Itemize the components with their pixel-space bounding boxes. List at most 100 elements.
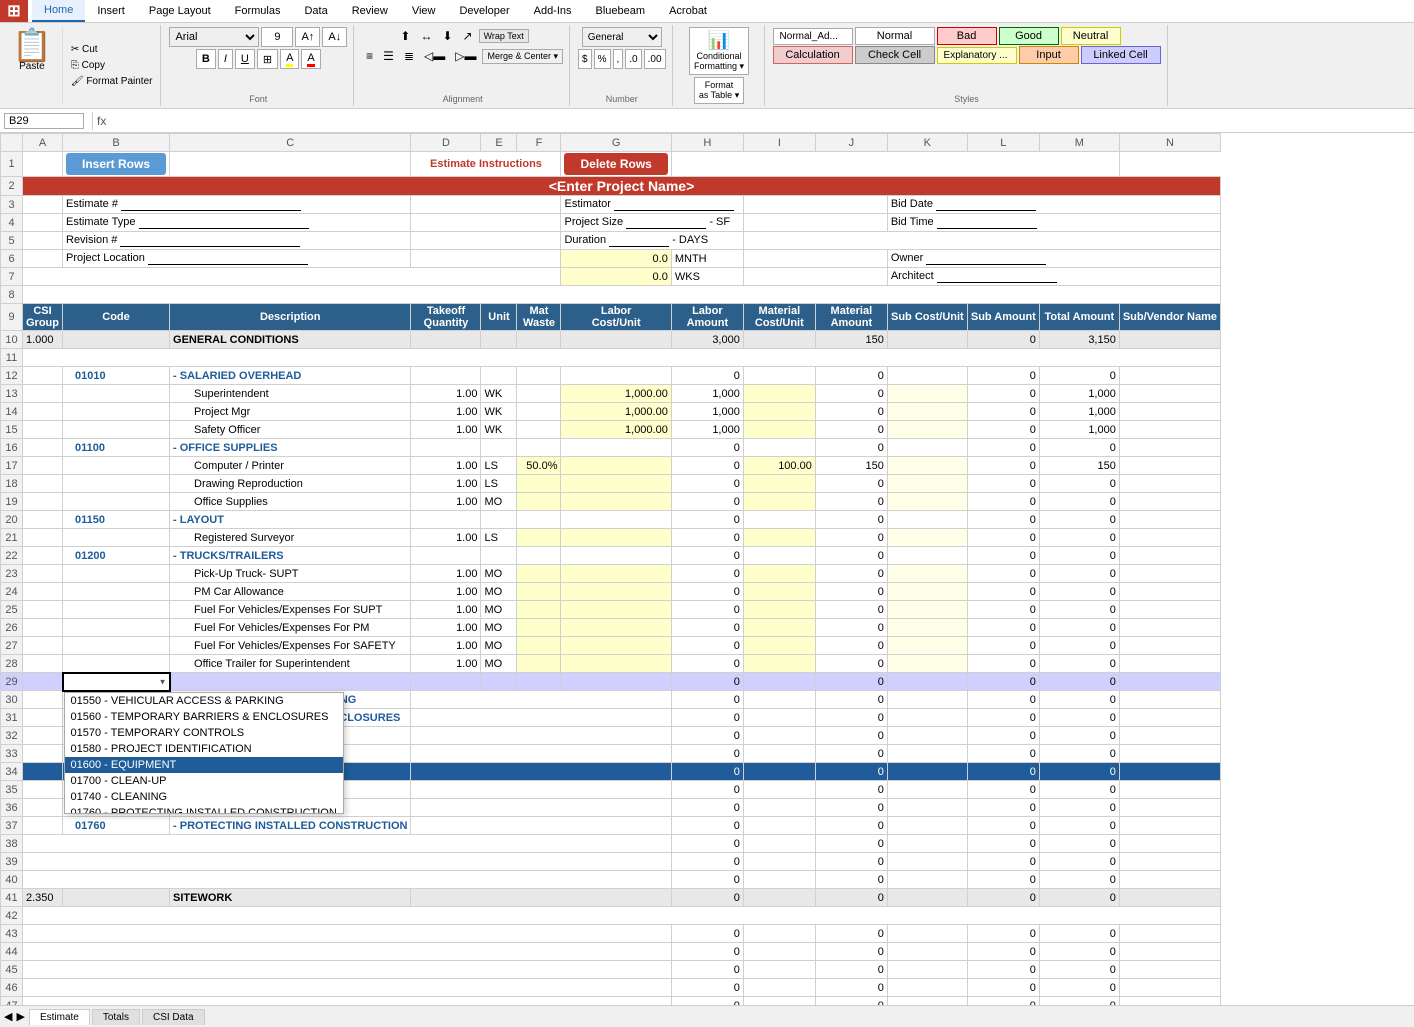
cell-c13[interactable]: Superintendent — [170, 385, 411, 403]
cell-a27[interactable] — [23, 637, 63, 655]
cell-g12[interactable] — [561, 367, 671, 385]
cell-h29[interactable]: 0 — [671, 673, 743, 691]
paste-button[interactable]: 📋 Paste — [8, 27, 56, 74]
dropdown-item-2[interactable]: 01570 - TEMPORARY CONTROLS — [65, 725, 343, 741]
cell-j25[interactable]: 0 — [815, 601, 887, 619]
cell-j22[interactable]: 0 — [815, 547, 887, 565]
cell-a35[interactable] — [23, 781, 63, 799]
cell-b5[interactable]: Revision # — [63, 232, 411, 250]
cell-k28[interactable] — [887, 655, 967, 673]
decrease-decimal-button[interactable]: .0 — [625, 49, 641, 69]
cell-c15[interactable]: Safety Officer — [170, 421, 411, 439]
cell-d15[interactable]: 1.00 — [411, 421, 481, 439]
cell-l30[interactable]: 0 — [967, 691, 1039, 709]
cell-g18[interactable] — [561, 475, 671, 493]
cell-j46[interactable]: 0 — [815, 979, 887, 997]
underline-button[interactable]: U — [235, 49, 255, 69]
align-middle-button[interactable]: ↔ — [416, 27, 436, 45]
cell-b19[interactable] — [63, 493, 170, 511]
cell-a33[interactable] — [23, 745, 63, 763]
cell-k17[interactable] — [887, 457, 967, 475]
cell-l25[interactable]: 0 — [967, 601, 1039, 619]
cell-j17[interactable]: 150 — [815, 457, 887, 475]
project-title-cell[interactable]: <Enter Project Name> — [23, 177, 1221, 196]
cell-j23[interactable]: 0 — [815, 565, 887, 583]
cell-i16[interactable] — [743, 439, 815, 457]
cell-i18[interactable] — [743, 475, 815, 493]
cell-h21[interactable]: 0 — [671, 529, 743, 547]
cell-a46[interactable] — [23, 979, 672, 997]
col-header-i[interactable]: I — [743, 134, 815, 152]
cell-c41[interactable]: SITEWORK — [170, 889, 411, 907]
sheet-tab-csidata[interactable]: CSI Data — [142, 1009, 205, 1025]
cell-j43[interactable]: 0 — [815, 925, 887, 943]
align-top-button[interactable]: ⬆ — [396, 27, 414, 45]
cell-d13[interactable]: 1.00 — [411, 385, 481, 403]
cell-a42[interactable] — [23, 907, 1221, 925]
cell-m23[interactable]: 0 — [1039, 565, 1119, 583]
cell-c19[interactable]: Office Supplies — [170, 493, 411, 511]
cell-m29[interactable]: 0 — [1039, 673, 1119, 691]
cell-e28[interactable]: MO — [481, 655, 517, 673]
cell-b17[interactable] — [63, 457, 170, 475]
cell-h20[interactable]: 0 — [671, 511, 743, 529]
delete-rows-button[interactable]: Delete Rows — [564, 153, 667, 175]
cell-b16[interactable]: 01100 — [63, 439, 170, 457]
cell-g14[interactable]: 1,000.00 — [561, 403, 671, 421]
cell-h23[interactable]: 0 — [671, 565, 743, 583]
cell-j38[interactable]: 0 — [815, 835, 887, 853]
cell-k21[interactable] — [887, 529, 967, 547]
cell-l37[interactable]: 0 — [967, 817, 1039, 835]
cell-l47[interactable]: 0 — [967, 997, 1039, 1006]
cell-k12[interactable] — [887, 367, 967, 385]
cell-l24[interactable]: 0 — [967, 583, 1039, 601]
bold-button[interactable]: B — [196, 49, 216, 69]
percent-button[interactable]: % — [594, 49, 611, 69]
cell-g7[interactable]: 0.0 — [561, 268, 671, 286]
cell-k3[interactable]: Bid Date — [887, 196, 1220, 214]
cell-d23[interactable]: 1.00 — [411, 565, 481, 583]
cell-n34[interactable] — [1119, 763, 1220, 781]
cell-n20[interactable] — [1119, 511, 1220, 529]
cell-j10[interactable]: 150 — [815, 331, 887, 349]
name-box[interactable] — [4, 113, 84, 129]
cell-h37[interactable]: 0 — [671, 817, 743, 835]
cell-i21[interactable] — [743, 529, 815, 547]
cell-e27[interactable]: MO — [481, 637, 517, 655]
cell-j18[interactable]: 0 — [815, 475, 887, 493]
cell-c21[interactable]: Registered Surveyor — [170, 529, 411, 547]
cell-h16[interactable]: 0 — [671, 439, 743, 457]
cell-h44[interactable]: 0 — [671, 943, 743, 961]
cell-j24[interactable]: 0 — [815, 583, 887, 601]
cell-k25[interactable] — [887, 601, 967, 619]
cell-d22[interactable] — [411, 547, 481, 565]
cell-e12[interactable] — [481, 367, 517, 385]
cell-g5[interactable]: Duration - DAYS — [561, 232, 743, 250]
cell-j16[interactable]: 0 — [815, 439, 887, 457]
tab-developer[interactable]: Developer — [447, 0, 521, 22]
cell-b14[interactable] — [63, 403, 170, 421]
cell-c26[interactable]: Fuel For Vehicles/Expenses For PM — [170, 619, 411, 637]
cell-f26[interactable] — [517, 619, 561, 637]
cell-j19[interactable]: 0 — [815, 493, 887, 511]
instructions-link[interactable]: Estimate Instructions — [430, 158, 542, 170]
cell-i29[interactable] — [743, 673, 815, 691]
cell-g27[interactable] — [561, 637, 671, 655]
cell-i23[interactable] — [743, 565, 815, 583]
dropdown-item-1[interactable]: 01560 - TEMPORARY BARRIERS & ENCLOSURES — [65, 709, 343, 725]
cell-j40[interactable]: 0 — [815, 871, 887, 889]
cell-b37[interactable]: 01760 — [63, 817, 170, 835]
cell-h28[interactable]: 0 — [671, 655, 743, 673]
cell-a43[interactable] — [23, 925, 672, 943]
cell-n35[interactable] — [1119, 781, 1220, 799]
decrease-indent-button[interactable]: ◁▬ — [420, 47, 449, 65]
cell-n21[interactable] — [1119, 529, 1220, 547]
comma-button[interactable]: , — [613, 49, 624, 69]
cell-f28[interactable] — [517, 655, 561, 673]
cell-k13[interactable] — [887, 385, 967, 403]
cell-i13[interactable] — [743, 385, 815, 403]
cell-j47[interactable]: 0 — [815, 997, 887, 1006]
cell-d24[interactable]: 1.00 — [411, 583, 481, 601]
explanatory-style[interactable]: Explanatory ... — [937, 47, 1017, 64]
cell-n28[interactable] — [1119, 655, 1220, 673]
